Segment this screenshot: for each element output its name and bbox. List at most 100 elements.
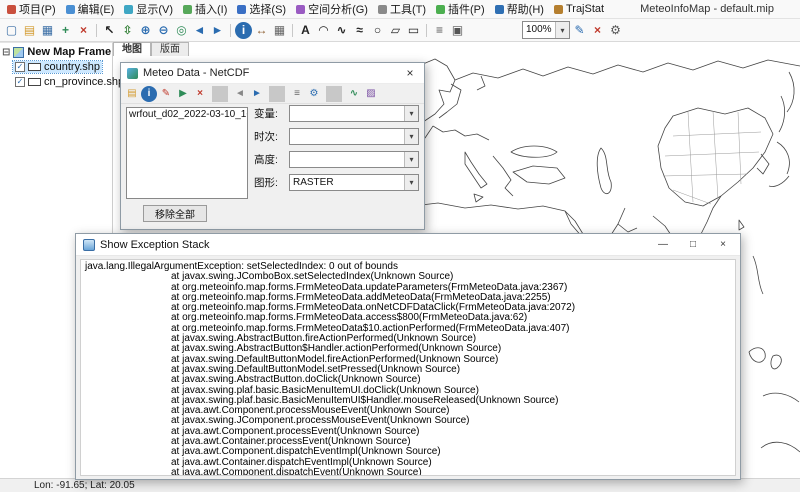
menu-icon <box>183 5 192 14</box>
save-icon[interactable]: ▦ <box>39 22 56 39</box>
status-bar: Lon: -91.65; Lat: 20.05 <box>0 478 800 492</box>
separator <box>269 86 285 102</box>
exception-dialog: Show Exception Stack — □ × java.lang.Ill… <box>75 233 741 480</box>
rectangle-graphic-icon[interactable]: ▭ <box>405 22 422 39</box>
map-frame-label: New Map Frame <box>27 46 111 58</box>
arc-graphic-icon[interactable]: ◠ <box>315 22 332 39</box>
separator <box>326 86 342 102</box>
previous-time-icon[interactable]: ◄ <box>232 86 248 102</box>
field-select[interactable]: ▾ <box>289 128 419 145</box>
field-select[interactable]: ▾ <box>289 151 419 168</box>
menu-geoprocessing[interactable]: 空间分析(G) <box>291 0 373 19</box>
level-field: 高度: ▾ <box>254 151 419 168</box>
layers-icon[interactable]: ≡ <box>431 22 448 39</box>
time-field: 时次: ▾ <box>254 128 419 145</box>
open-project-icon[interactable]: ▤ <box>21 22 38 39</box>
select-icon[interactable]: ↖ <box>101 22 118 39</box>
layer-symbol-icon <box>28 78 41 86</box>
layer-checkbox[interactable]: ✓ <box>15 77 25 87</box>
animation-icon[interactable]: ▶ <box>175 86 191 102</box>
field-select[interactable]: ▾ <box>289 105 419 122</box>
collapse-icon[interactable]: ⊟ <box>2 47 10 58</box>
remove-layer-icon[interactable]: × <box>75 22 92 39</box>
full-extent-icon[interactable]: ◎ <box>173 22 190 39</box>
field-select[interactable]: RASTER ▾ <box>289 174 419 191</box>
map-frame-icon <box>13 47 24 58</box>
minimize-button[interactable]: — <box>648 234 678 255</box>
field-label: 高度: <box>254 152 286 167</box>
chevron-down-icon: ▾ <box>404 152 418 167</box>
close-icon[interactable]: × <box>396 63 424 84</box>
open-data-icon[interactable]: ▤ <box>124 86 140 102</box>
remove-all-button[interactable]: 移除全部 <box>143 205 207 222</box>
menu-plugin[interactable]: 插件(P) <box>431 0 490 19</box>
separator <box>230 24 231 37</box>
text-graphic-icon[interactable]: A <box>297 22 314 39</box>
chevron-down-icon: ▾ <box>404 106 418 121</box>
new-icon[interactable]: ▢ <box>3 22 20 39</box>
data-file-list[interactable]: wrfout_d02_2022-03-10_16_00_00 <box>126 107 248 199</box>
layer-item-country[interactable]: ✓ country.shp <box>0 59 112 74</box>
meteo-data-icon <box>127 68 138 79</box>
tab-layout[interactable]: 版面 <box>151 42 189 56</box>
remove-data-icon[interactable]: × <box>192 86 208 102</box>
tab-map[interactable]: 地图 <box>113 42 151 56</box>
next-time-icon[interactable]: ► <box>249 86 265 102</box>
close-button[interactable]: × <box>708 234 738 255</box>
menu-tools[interactable]: 工具(T) <box>373 0 431 19</box>
clear-graphics-icon[interactable]: × <box>589 22 606 39</box>
maximize-button[interactable]: □ <box>678 234 708 255</box>
chevron-down-icon: ▾ <box>404 129 418 144</box>
zoom-out-icon[interactable]: ⊖ <box>155 22 172 39</box>
menu-icon <box>296 5 305 14</box>
data-info-icon[interactable]: i <box>141 86 157 102</box>
settings-icon[interactable]: ⚙ <box>607 22 624 39</box>
zoom-in-icon[interactable]: ⊕ <box>137 22 154 39</box>
pan-icon[interactable]: ⇳ <box>119 22 136 39</box>
polygon-graphic-icon[interactable]: ▱ <box>387 22 404 39</box>
document-tabs: 地图 版面 <box>113 42 189 56</box>
map-layout-icon[interactable]: ▣ <box>449 22 466 39</box>
image-icon[interactable]: ▨ <box>363 86 379 102</box>
meteo-fields: 变量: ▾ 时次: ▾ 高度: ▾ <box>254 105 419 191</box>
polyline-graphic-icon[interactable]: ∿ <box>333 22 350 39</box>
curve-graphic-icon[interactable]: ≈ <box>351 22 368 39</box>
zoom-next-icon[interactable]: ► <box>209 22 226 39</box>
zoom-previous-icon[interactable]: ◄ <box>191 22 208 39</box>
list-item[interactable]: wrfout_d02_2022-03-10_16_00_00 <box>127 108 247 121</box>
measure-icon[interactable]: ↔ <box>253 22 270 39</box>
menu-selection[interactable]: 选择(S) <box>232 0 291 19</box>
exception-dialog-titlebar[interactable]: Show Exception Stack — □ × <box>76 234 740 256</box>
data-settings-icon[interactable]: ⚙ <box>306 86 322 102</box>
menu-project[interactable]: 项目(P) <box>2 0 61 19</box>
menu-icon <box>7 5 16 14</box>
stack-trace[interactable]: java.lang.IllegalArgumentException: setS… <box>80 259 736 476</box>
menu-bar: 项目(P) 编辑(E) 显示(V) 插入(I) 选择(S) <box>0 0 800 19</box>
menu-view[interactable]: 显示(V) <box>119 0 178 19</box>
separator <box>292 24 293 37</box>
menu-insert[interactable]: 插入(I) <box>178 0 232 19</box>
field-label: 图形: <box>254 175 286 190</box>
stack-line: at java.awt.Component.dispatchEvent(Unkn… <box>85 468 731 476</box>
ellipse-graphic-icon[interactable]: ○ <box>369 22 386 39</box>
zoom-level-select[interactable]: 100% ▾ <box>522 21 570 39</box>
chevron-down-icon: ▾ <box>555 22 569 38</box>
menu-trajstat[interactable]: TrajStat <box>549 0 609 19</box>
identify-icon[interactable]: i <box>235 22 252 39</box>
layer-checkbox[interactable]: ✓ <box>15 62 25 72</box>
meteo-dialog-titlebar[interactable]: Meteo Data - NetCDF × <box>121 63 424 84</box>
attribute-table-icon[interactable]: ▦ <box>271 22 288 39</box>
tree-item-map-frame[interactable]: ⊟ New Map Frame <box>0 45 112 59</box>
layer-item-cn-province[interactable]: ✓ cn_province.shp <box>0 74 112 89</box>
draw-data-icon[interactable]: ✎ <box>158 86 174 102</box>
menu-edit[interactable]: 编辑(E) <box>61 0 120 19</box>
menu-help[interactable]: 帮助(H) <box>490 0 549 19</box>
field-label: 变量: <box>254 106 286 121</box>
meteo-dialog-title: Meteo Data - NetCDF <box>143 67 391 79</box>
window-title: MeteoInfoMap - default.mip <box>640 0 774 19</box>
contour-icon[interactable]: ∿ <box>346 86 362 102</box>
data-list-icon[interactable]: ≡ <box>289 86 305 102</box>
variable-field: 变量: ▾ <box>254 105 419 122</box>
add-layer-icon[interactable]: + <box>57 22 74 39</box>
edit-vertices-icon[interactable]: ✎ <box>571 22 588 39</box>
